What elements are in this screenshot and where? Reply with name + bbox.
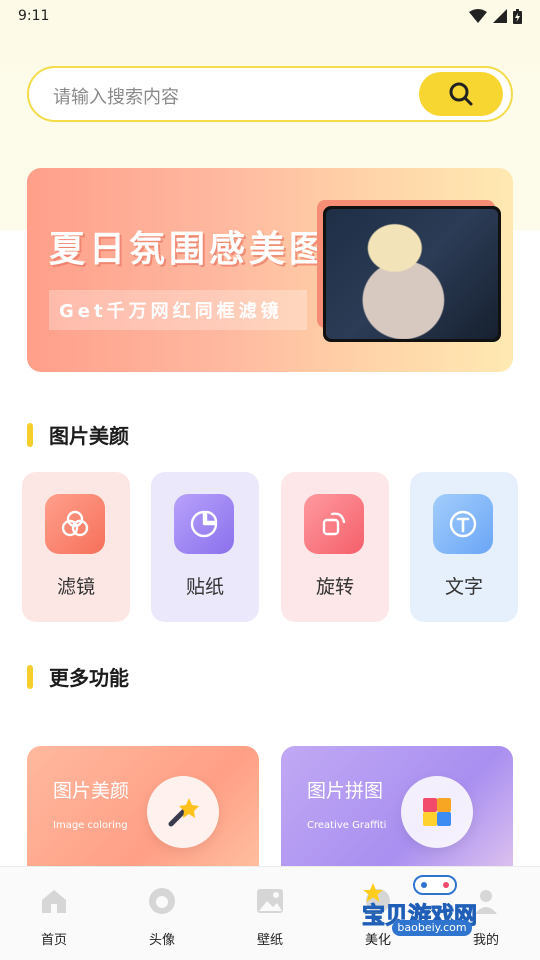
promo-banner[interactable]: 夏日氛围感美图 Get千万网红同框滤镜	[27, 168, 513, 372]
puzzle-icon	[401, 776, 473, 848]
filter-icon	[45, 494, 105, 554]
tool-label: 文字	[444, 576, 483, 598]
feature-title: 图片拼图	[307, 780, 384, 802]
section-accent-bar	[27, 664, 33, 689]
tool-label: 贴纸	[185, 576, 224, 598]
nav-item-home[interactable]: 首页	[0, 867, 108, 960]
rotate-icon	[304, 494, 364, 554]
section-title-text: 更多功能	[49, 666, 129, 690]
search-input[interactable]: 请输入搜索内容	[53, 83, 179, 109]
banner-subtitle: Get千万网红同框滤镜	[49, 290, 307, 330]
tool-card-text[interactable]: 文字	[410, 472, 518, 622]
battery-icon	[513, 8, 522, 24]
feature-card-collage[interactable]: 图片拼图 Creative Graffiti	[281, 746, 513, 886]
nav-label: 头像	[148, 933, 175, 948]
feature-subtitle: Image coloring	[53, 820, 128, 831]
search-box[interactable]: 请输入搜索内容	[27, 66, 513, 122]
section-title-beauty: 图片美颜	[27, 420, 129, 449]
watermark-url: baobeiy.com	[392, 920, 472, 936]
nav-item-wallpaper[interactable]: 壁纸	[216, 867, 324, 960]
tool-card-filter[interactable]: 滤镜	[22, 472, 130, 622]
signal-icon	[493, 9, 507, 23]
banner-photo	[326, 209, 498, 339]
wifi-icon	[469, 9, 487, 23]
feature-subtitle: Creative Graffiti	[307, 820, 387, 831]
nav-label: 首页	[40, 933, 67, 948]
tool-card-sticker[interactable]: 贴纸	[151, 472, 259, 622]
section-title-text: 图片美颜	[49, 424, 129, 448]
avatar-icon	[146, 885, 178, 917]
site-watermark: 宝贝游戏网 baobeiy.com	[362, 870, 512, 940]
magic-wand-icon	[147, 776, 219, 848]
search-icon	[449, 82, 473, 106]
wallpaper-icon	[254, 885, 286, 917]
status-bar: 9:11	[0, 0, 540, 32]
tool-card-rotate[interactable]: 旋转	[281, 472, 389, 622]
banner-title: 夏日氛围感美图	[49, 229, 330, 270]
text-icon	[433, 494, 493, 554]
gamepad-icon	[413, 875, 457, 895]
home-icon	[38, 885, 70, 917]
nav-item-avatar[interactable]: 头像	[108, 867, 216, 960]
status-time: 9:11	[18, 8, 50, 24]
tool-label: 滤镜	[56, 576, 95, 598]
feature-card-beauty[interactable]: 图片美颜 Image coloring	[27, 746, 259, 886]
feature-title: 图片美颜	[53, 780, 130, 802]
nav-label: 壁纸	[256, 933, 283, 948]
section-accent-bar	[27, 422, 33, 447]
sticker-icon	[174, 494, 234, 554]
status-icons	[469, 8, 522, 24]
tool-label: 旋转	[315, 576, 354, 598]
banner-photo-frame	[323, 206, 501, 342]
section-title-more: 更多功能	[27, 662, 129, 691]
search-button[interactable]	[419, 72, 503, 116]
